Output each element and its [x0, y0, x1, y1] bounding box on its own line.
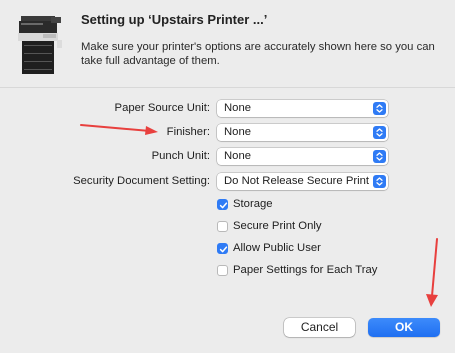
red-arrow-icon [80, 124, 158, 135]
secure-print-only-checkbox[interactable] [217, 221, 228, 232]
divider [0, 87, 455, 88]
paper-source-unit-select[interactable]: None [217, 100, 388, 117]
paper-settings-each-tray-label: Paper Settings for Each Tray [233, 264, 378, 276]
option-row-finisher: Finisher: None [0, 124, 455, 142]
chevron-up-down-icon [373, 175, 386, 188]
checkmark-icon [219, 246, 228, 253]
finisher-select[interactable]: None [217, 124, 388, 141]
ok-button[interactable]: OK [368, 318, 440, 337]
punch-unit-label: Punch Unit: [151, 150, 210, 162]
chevron-up-down-icon [373, 150, 386, 163]
cancel-button[interactable]: Cancel [284, 318, 355, 337]
finisher-value: None [224, 126, 252, 138]
option-row-security-document-setting: Security Document Setting: Do Not Releas… [0, 173, 455, 191]
security-document-setting-label: Security Document Setting: [73, 175, 210, 187]
punch-unit-value: None [224, 150, 252, 162]
printer-icon [18, 16, 62, 74]
secure-print-only-label: Secure Print Only [233, 220, 322, 232]
finisher-label: Finisher: [166, 126, 210, 138]
punch-unit-select[interactable]: None [217, 148, 388, 165]
allow-public-user-label: Allow Public User [233, 242, 321, 254]
storage-label: Storage [233, 198, 273, 210]
allow-public-user-checkbox[interactable] [217, 243, 228, 254]
dialog-title: Setting up ‘Upstairs Printer ...’ [81, 12, 268, 27]
security-document-setting-value: Do Not Release Secure Print [224, 175, 370, 187]
option-row-paper-source-unit: Paper Source Unit: None [0, 100, 455, 118]
option-row-punch-unit: Punch Unit: None [0, 148, 455, 166]
storage-checkbox[interactable] [217, 199, 228, 210]
paper-source-unit-label: Paper Source Unit: [114, 102, 210, 114]
chevron-up-down-icon [373, 102, 386, 115]
paper-settings-each-tray-checkbox[interactable] [217, 265, 228, 276]
checkmark-icon [219, 202, 228, 209]
red-arrow-icon [426, 238, 438, 307]
chevron-up-down-icon [373, 126, 386, 139]
paper-source-unit-value: None [224, 102, 252, 114]
dialog-description: Make sure your printer's options are acc… [81, 41, 435, 67]
security-document-setting-select[interactable]: Do Not Release Secure Print [217, 173, 388, 190]
